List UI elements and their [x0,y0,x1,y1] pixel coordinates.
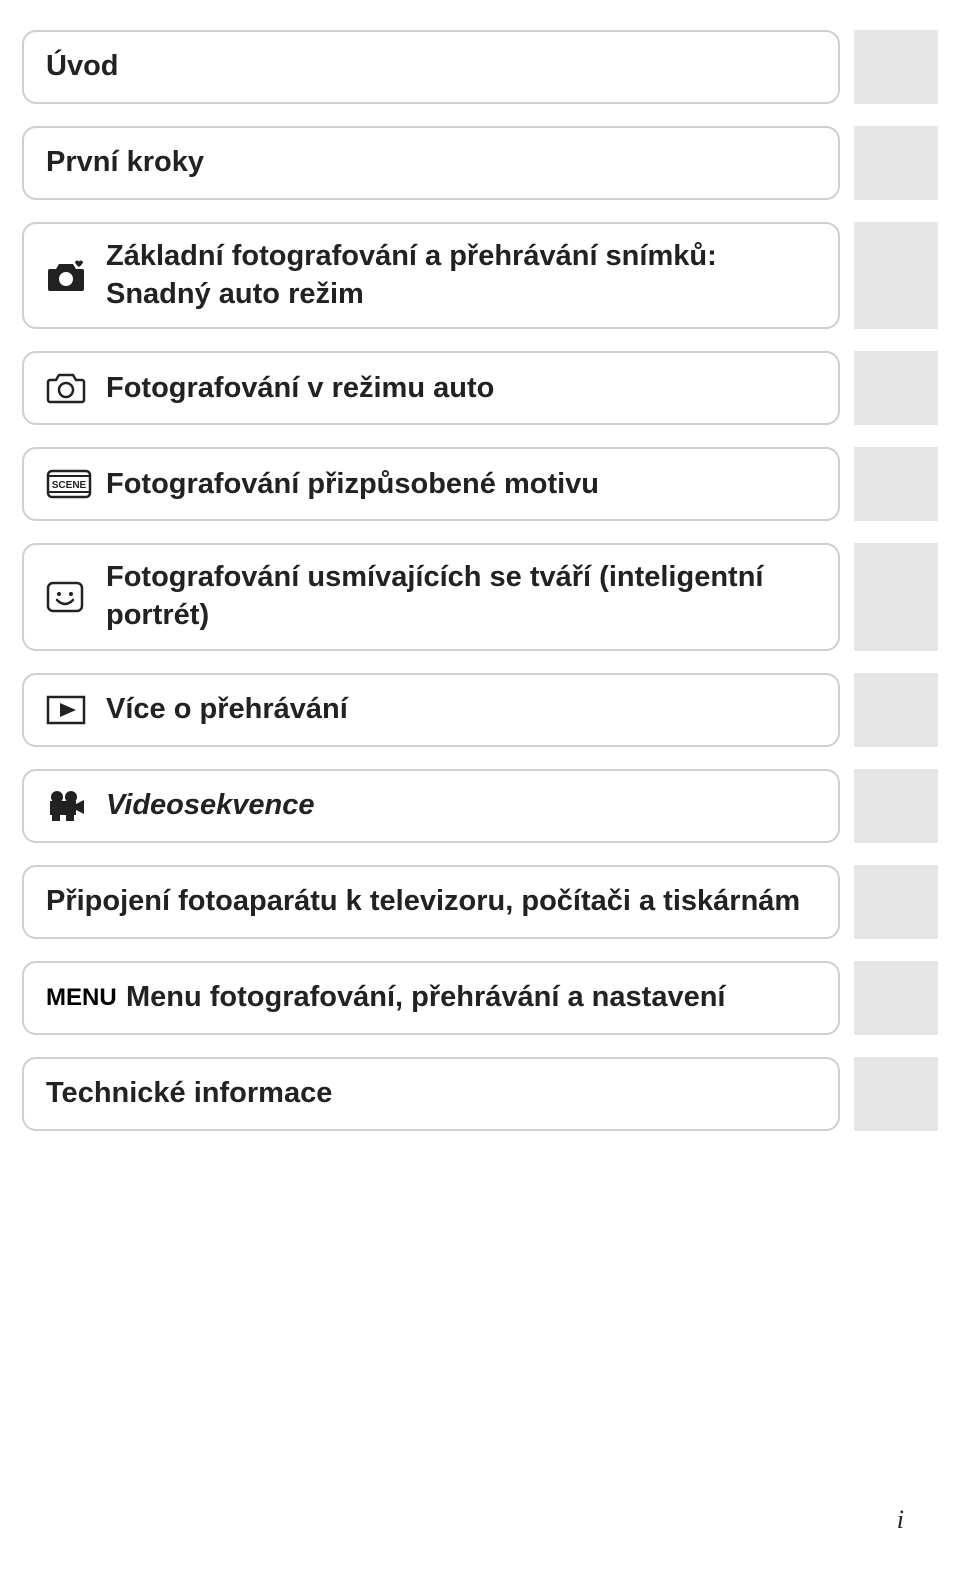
smile-icon [46,581,106,613]
toc-row: Úvod [22,30,938,104]
side-tab [854,769,938,843]
toc-item-technical[interactable]: Technické informace [22,1057,840,1131]
toc-row: Připojení fotoaparátu k televizoru, počí… [22,865,938,939]
side-tab [854,222,938,329]
toc-row: MENU Menu fotografování, přehrávání a na… [22,961,938,1035]
side-tab [854,351,938,425]
side-tab [854,1057,938,1131]
menu-icon: MENU [46,984,126,1012]
side-tab [854,126,938,200]
toc-item-smile[interactable]: Fotografování usmívajících se tváří (int… [22,543,840,650]
toc-row: Technické informace [22,1057,938,1131]
toc-label: Fotografování přizpůsobené motivu [106,466,816,504]
toc-row: SCENE Fotografování přizpůsobené motivu [22,447,938,521]
toc-row: Více o přehrávání [22,673,938,747]
toc-item-connect[interactable]: Připojení fotoaparátu k televizoru, počí… [22,865,840,939]
toc-row: Videosekvence [22,769,938,843]
side-tab [854,543,938,650]
toc-item-playback[interactable]: Více o přehrávání [22,673,840,747]
toc-item-movie[interactable]: Videosekvence [22,769,840,843]
toc-item-first-steps[interactable]: První kroky [22,126,840,200]
camera-icon [46,372,106,404]
movie-camera-icon [46,789,106,823]
side-tab [854,961,938,1035]
toc-item-auto-mode[interactable]: Fotografování v režimu auto [22,351,840,425]
toc-row: Fotografování v režimu auto [22,351,938,425]
toc-row: Základní fotografování a přehrávání sním… [22,222,938,329]
toc-item-scene[interactable]: SCENE Fotografování přizpůsobené motivu [22,447,840,521]
toc-item-menu[interactable]: MENU Menu fotografování, přehrávání a na… [22,961,840,1035]
toc-label: Více o přehrávání [106,691,816,729]
toc-label: Fotografování v režimu auto [106,370,816,408]
toc-label: Menu fotografování, přehrávání a nastave… [126,979,816,1017]
side-tab [854,673,938,747]
toc-label: Fotografování usmívajících se tváří (int… [106,559,816,634]
toc-label: Úvod [46,48,816,86]
side-tab [854,865,938,939]
svg-text:SCENE: SCENE [52,480,87,491]
toc-row: Fotografování usmívajících se tváří (int… [22,543,938,650]
page-number: i [897,1505,904,1535]
toc-label: Technické informace [46,1075,816,1113]
side-tab [854,447,938,521]
toc-label: Videosekvence [106,787,816,825]
toc-label: Připojení fotoaparátu k televizoru, počí… [46,883,816,921]
toc-row: První kroky [22,126,938,200]
play-icon [46,695,106,725]
scene-icon: SCENE [46,469,106,499]
toc-label: První kroky [46,144,816,182]
toc-label: Základní fotografování a přehrávání sním… [106,238,816,313]
side-tab [854,30,938,104]
camera-auto-icon [46,259,106,293]
toc-item-intro[interactable]: Úvod [22,30,840,104]
toc-item-easy-auto[interactable]: Základní fotografování a přehrávání sním… [22,222,840,329]
